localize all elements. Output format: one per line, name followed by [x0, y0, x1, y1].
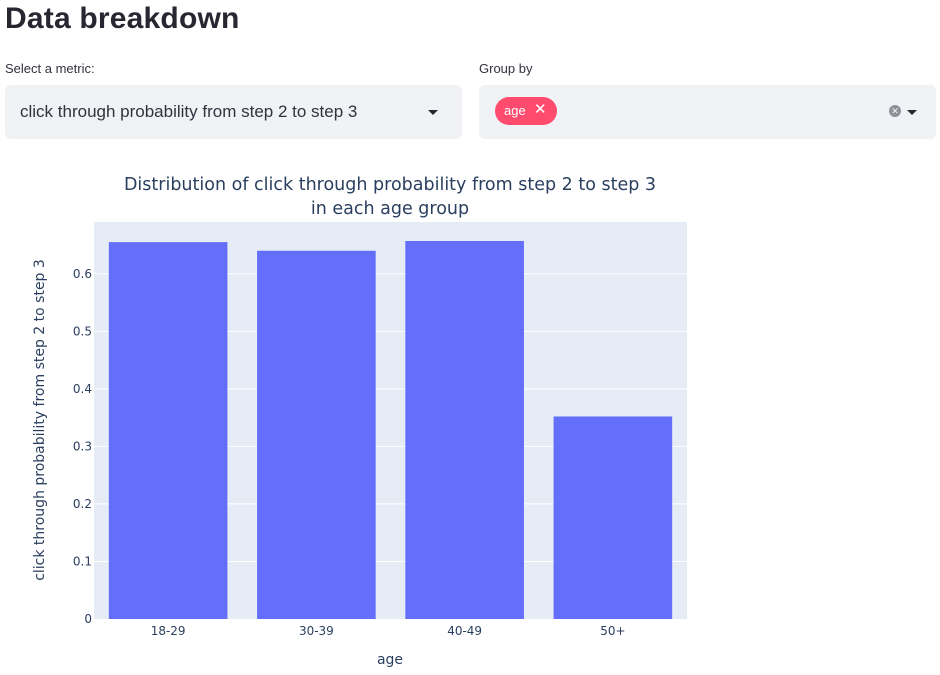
y-tick-label: 0.4 [73, 382, 92, 396]
y-tick-labels: 0 0.1 0.2 0.3 0.4 0.5 0.6 [73, 267, 92, 626]
x-axis-label: age [377, 652, 403, 668]
bar-30-39[interactable] [257, 250, 376, 619]
y-tick-label: 0.5 [73, 324, 92, 338]
y-tick-label: 0.3 [73, 439, 92, 453]
bar-40-49[interactable] [405, 240, 524, 620]
y-tick-label: 0.6 [73, 267, 92, 281]
bar-chart: 0 0.1 0.2 0.3 0.4 0.5 0.6 18-29 30-39 40-49 50+ D… [32, 175, 687, 668]
bar-50+[interactable] [553, 416, 673, 619]
chart-title-line-1: Distribution of click through probabilit… [124, 175, 656, 195]
x-tick-label: 50+ [600, 624, 625, 638]
y-axis-label: click through probability from step 2 to… [32, 259, 48, 581]
y-tick-label: 0.2 [73, 497, 92, 511]
y-tick-label: 0.1 [73, 554, 92, 568]
x-tick-labels: 18-29 30-39 40-49 50+ [151, 624, 626, 638]
x-tick-label: 18-29 [151, 624, 186, 638]
page: Data breakdown Select a metric: click th… [0, 0, 940, 675]
x-tick-label: 40-49 [447, 624, 482, 638]
x-tick-label: 30-39 [299, 624, 334, 638]
chart-title-line-2: in each age group [311, 199, 469, 219]
bar-18-29[interactable] [108, 242, 228, 619]
y-tick-label: 0 [84, 612, 92, 626]
